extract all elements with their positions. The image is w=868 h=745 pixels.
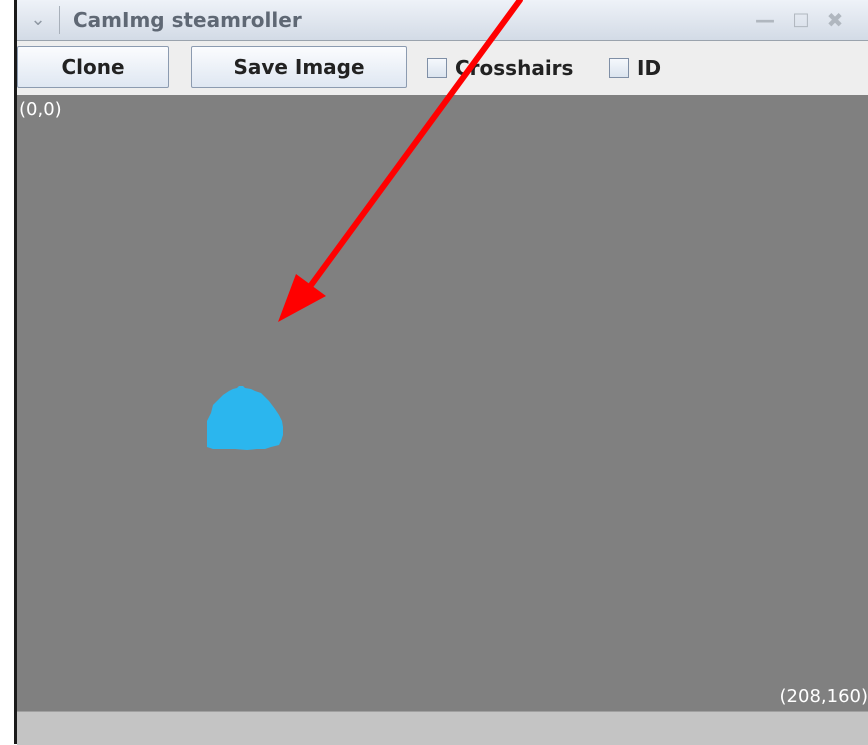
save-image-button[interactable]: Save Image [191, 46, 407, 88]
camera-image-canvas[interactable]: (0,0) (208,160) [17, 95, 868, 711]
close-icon[interactable]: ✖ [823, 8, 847, 32]
toolbar: Clone Save Image Crosshairs ID [17, 41, 868, 95]
id-checkbox-box[interactable] [609, 58, 629, 78]
detected-blob-layer [207, 386, 283, 450]
maximize-icon[interactable]: □ [789, 8, 813, 32]
title-separator [59, 6, 60, 34]
crosshairs-label: Crosshairs [455, 56, 574, 80]
clone-button[interactable]: Clone [17, 46, 169, 88]
bottom-right-coordinate: (208,160) [779, 686, 868, 707]
crosshairs-checkbox-box[interactable] [427, 58, 447, 78]
title-bar[interactable]: ⌄ CamImg steamroller — □ ✖ [17, 0, 868, 41]
window-title: CamImg steamroller [73, 8, 302, 32]
camimg-window: ⌄ CamImg steamroller — □ ✖ Clone Save Im… [14, 0, 868, 745]
id-label: ID [637, 56, 662, 80]
window-bottom-strip [17, 711, 868, 745]
id-checkbox[interactable]: ID [609, 56, 661, 80]
detected-blob [207, 386, 283, 450]
minimize-icon[interactable]: — [753, 8, 777, 32]
crosshairs-checkbox[interactable]: Crosshairs [427, 56, 573, 80]
chevron-down-icon[interactable]: ⌄ [27, 9, 49, 31]
